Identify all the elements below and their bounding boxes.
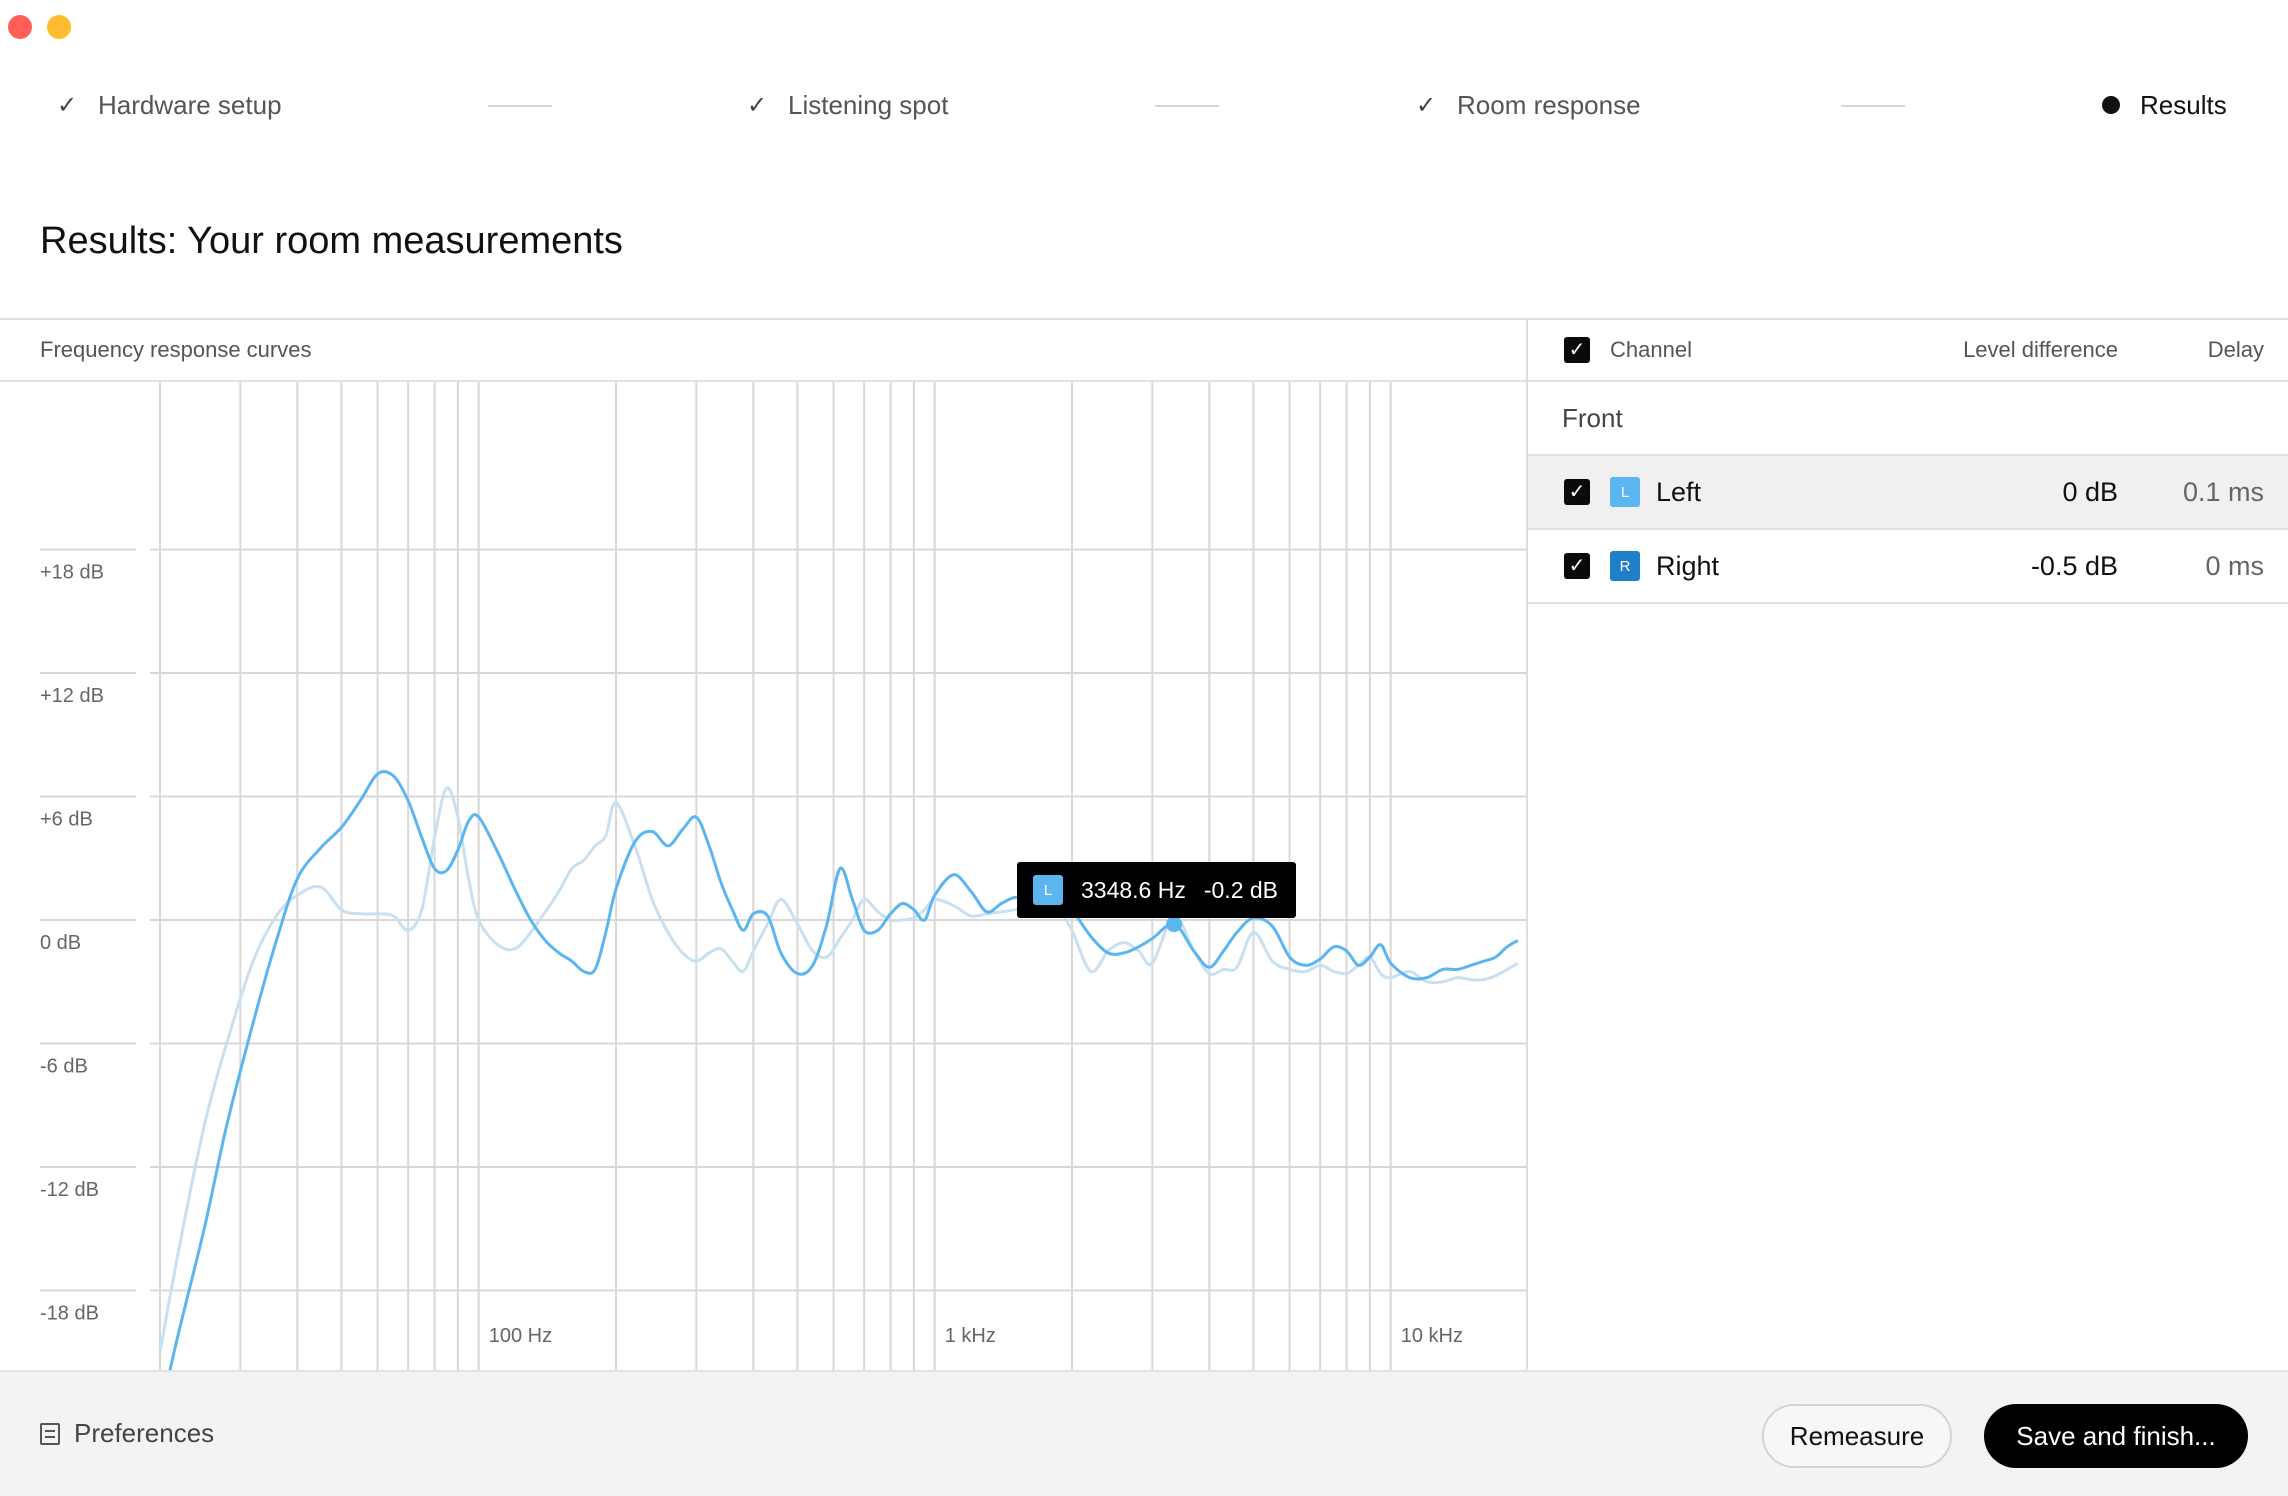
channels-table-header: ✓ Channel Level difference Delay xyxy=(1528,320,2288,382)
x-tick-label: 1 kHz xyxy=(945,1325,996,1347)
step-label: Listening spot xyxy=(788,89,949,120)
channel-badge: R xyxy=(1610,551,1640,581)
chart-area[interactable]: +18 dB +12 dB +6 dB 0 dB -6 dB -12 dB -18 dB 1… xyxy=(0,382,1526,1370)
channel-group-label: Front xyxy=(1528,382,2288,456)
channels-panel: ✓ Channel Level difference Delay Front ✓… xyxy=(1528,318,2288,1370)
channel-name: Right xyxy=(1656,550,1720,581)
x-tick-label: 10 kHz xyxy=(1401,1325,1463,1347)
channel-name: Left xyxy=(1656,476,1702,507)
document-icon xyxy=(40,1422,60,1445)
chart-tooltip: L 3348.6 Hz -0.2 dB xyxy=(1017,862,1297,918)
minimize-window-button[interactable] xyxy=(47,15,71,39)
tooltip-frequency: 3348.6 Hz xyxy=(1081,876,1186,903)
x-axis-labels: 100 Hz 1 kHz 10 kHz xyxy=(489,1325,1463,1347)
step-hardware-setup[interactable]: ✓ Hardware setup xyxy=(56,85,282,125)
remeasure-button[interactable]: Remeasure xyxy=(1762,1404,1952,1468)
channel-row-right[interactable]: ✓ R Right -0.5 dB 0 ms xyxy=(1528,530,2288,604)
checkmark-icon: ✓ xyxy=(1415,91,1437,119)
step-separator xyxy=(488,105,552,107)
step-results[interactable]: Results xyxy=(2102,85,2227,125)
y-tick-label: 0 dB xyxy=(40,932,81,954)
y-tick-label: -18 dB xyxy=(40,1303,99,1325)
current-step-dot-icon xyxy=(2102,96,2120,114)
frequency-response-chart[interactable]: +18 dB +12 dB +6 dB 0 dB -6 dB -12 dB -18 dB 1… xyxy=(0,382,1526,1370)
channel-checkbox[interactable]: ✓ xyxy=(1564,479,1590,505)
x-tick-label: 100 Hz xyxy=(489,1325,552,1347)
setup-stepper: ✓ Hardware setup ✓ Listening spot ✓ Room… xyxy=(56,85,2232,125)
step-separator xyxy=(1841,105,1905,107)
preferences-label: Preferences xyxy=(74,1418,215,1448)
y-tick-label: -6 dB xyxy=(40,1056,88,1078)
save-and-finish-button[interactable]: Save and finish... xyxy=(1984,1404,2248,1468)
channel-badge: L xyxy=(1610,477,1640,507)
hover-point-marker xyxy=(1166,916,1183,933)
page-title: Results: Your room measurements xyxy=(40,220,623,262)
column-header-delay: Delay xyxy=(2207,337,2264,362)
channel-level-difference: -0.5 dB xyxy=(2030,550,2118,581)
step-separator xyxy=(1155,105,1219,107)
tooltip-channel-badge: L xyxy=(1033,875,1063,905)
tooltip-level: -0.2 dB xyxy=(1203,876,1279,903)
channel-row-left[interactable]: ✓ L Left 0 dB 0.1 ms xyxy=(1528,456,2288,530)
left-channel-curve xyxy=(168,770,1519,1370)
select-all-checkbox[interactable]: ✓ xyxy=(1564,337,1590,363)
y-tick-label: +18 dB xyxy=(40,562,104,584)
y-tick-label: -12 dB xyxy=(40,1179,99,1201)
channel-level-difference: 0 dB xyxy=(2062,476,2118,507)
checkmark-icon: ✓ xyxy=(746,91,768,119)
chart-panel-title: Frequency response curves xyxy=(0,320,1526,382)
close-window-button[interactable] xyxy=(8,15,32,39)
footer-bar: Preferences Remeasure Save and finish... xyxy=(0,1370,2288,1496)
channel-checkbox[interactable]: ✓ xyxy=(1564,553,1590,579)
horizontal-grid xyxy=(40,548,1526,1292)
frequency-response-panel: Frequency response curves +18 dB +12 dB +6… xyxy=(0,318,1528,1370)
step-listening-spot[interactable]: ✓ Listening spot xyxy=(746,85,949,125)
channel-delay: 0.1 ms xyxy=(2182,476,2264,507)
y-axis-labels: +18 dB +12 dB +6 dB 0 dB -6 dB -12 dB -18 dB xyxy=(40,562,104,1325)
checkmark-icon: ✓ xyxy=(56,91,78,119)
step-label: Hardware setup xyxy=(98,89,282,120)
app-window: ✓ Hardware setup ✓ Listening spot ✓ Room… xyxy=(0,0,2288,1496)
step-room-response[interactable]: ✓ Room response xyxy=(1415,85,1641,125)
y-tick-label: +12 dB xyxy=(40,685,104,707)
column-header-channel: Channel xyxy=(1610,337,1692,362)
channel-delay: 0 ms xyxy=(2205,550,2264,581)
preferences-button[interactable]: Preferences xyxy=(40,1418,214,1449)
step-label: Results xyxy=(2140,89,2227,120)
window-controls xyxy=(8,15,71,39)
column-header-level-difference: Level difference xyxy=(1963,337,2118,362)
y-tick-label: +6 dB xyxy=(40,809,93,831)
step-label: Room response xyxy=(1457,89,1641,120)
